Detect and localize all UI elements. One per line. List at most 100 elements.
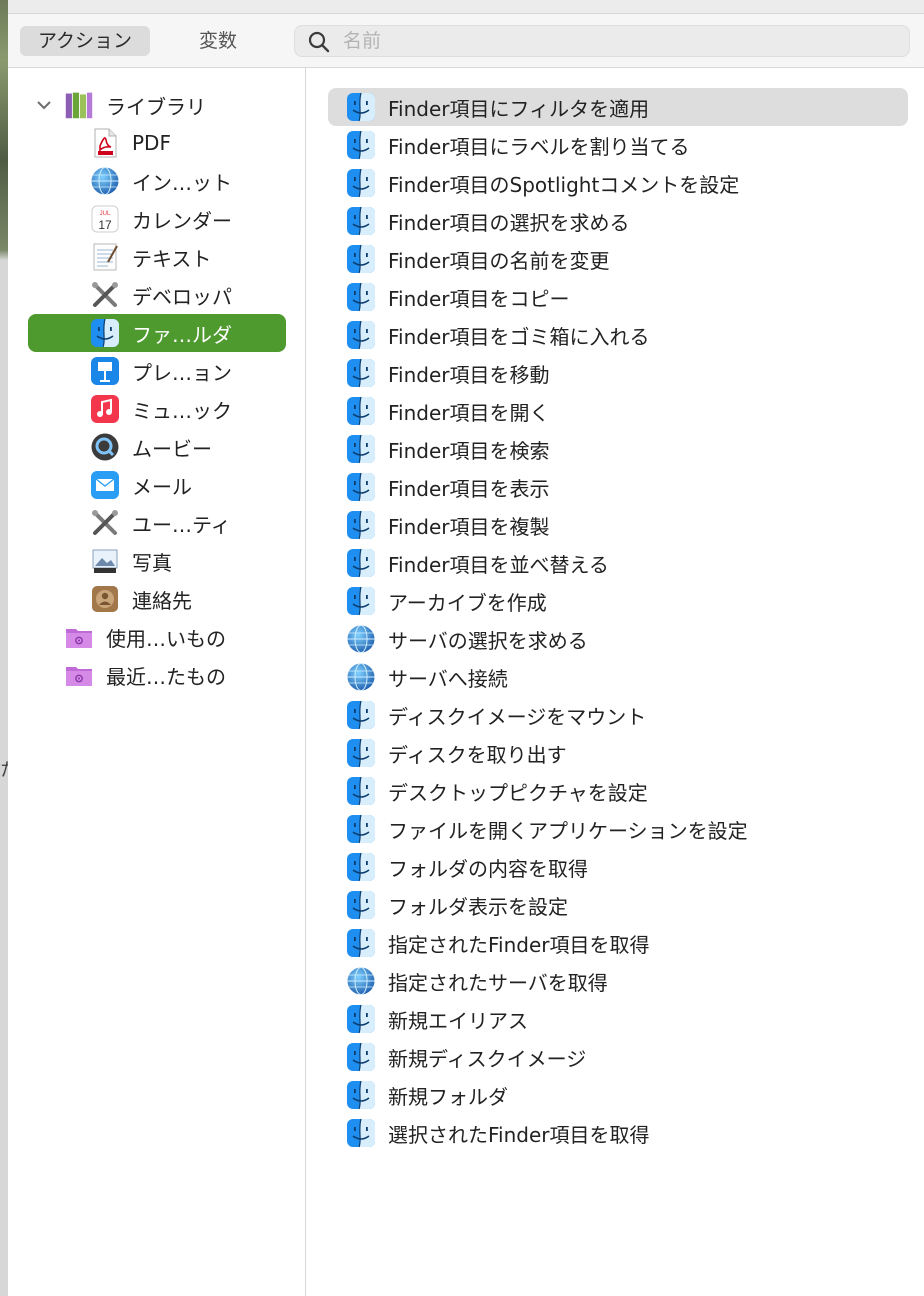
sidebar-item-category[interactable]: メール xyxy=(28,466,286,504)
finder-icon xyxy=(346,776,376,806)
library-books-icon xyxy=(64,90,94,120)
network-globe-icon xyxy=(346,966,376,996)
action-list-item[interactable]: Finder項目のSpotlightコメントを設定 xyxy=(328,164,908,202)
search-field[interactable] xyxy=(294,25,910,57)
sidebar-item-category[interactable]: ミュ…ック xyxy=(28,390,286,428)
quicktime-icon xyxy=(90,432,120,462)
action-label: 新規フォルダ xyxy=(388,1084,508,1109)
finder-icon xyxy=(346,92,376,122)
sidebar-item-category[interactable]: PDF xyxy=(28,124,286,162)
sidebar-item-label: 最近…たもの xyxy=(106,664,226,689)
developer-tools-icon xyxy=(90,280,120,310)
action-label: Finder項目にフィルタを適用 xyxy=(388,96,650,121)
finder-icon xyxy=(346,168,376,198)
sidebar-item-label: PDF xyxy=(132,131,171,155)
action-list-item[interactable]: Finder項目にラベルを割り当てる xyxy=(328,126,908,164)
finder-icon xyxy=(346,1118,376,1148)
action-label: Finder項目を開く xyxy=(388,400,550,425)
chevron-down-icon[interactable] xyxy=(34,95,54,115)
sidebar-item-category[interactable]: プレ…ョン xyxy=(28,352,286,390)
finder-icon xyxy=(346,472,376,502)
action-list-item[interactable]: デスクトップピクチャを設定 xyxy=(328,772,908,810)
sidebar-item-smart-folder[interactable]: 使用…いもの xyxy=(28,618,286,656)
action-label: Finder項目を複製 xyxy=(388,514,550,539)
calendar-day: 17 xyxy=(98,218,112,232)
action-list-item[interactable]: Finder項目の名前を変更 xyxy=(328,240,908,278)
tab-variables[interactable]: 変数 xyxy=(168,26,268,56)
action-list-item[interactable]: ディスクイメージをマウント xyxy=(328,696,908,734)
action-list-item[interactable]: 指定されたFinder項目を取得 xyxy=(328,924,908,962)
action-label: フォルダの内容を取得 xyxy=(388,856,588,881)
action-list-item[interactable]: 新規エイリアス xyxy=(328,1000,908,1038)
network-globe-icon xyxy=(346,624,376,654)
action-label: Finder項目を移動 xyxy=(388,362,550,387)
sidebar-item-category[interactable]: ムービー xyxy=(28,428,286,466)
action-label: Finder項目を表示 xyxy=(388,476,550,501)
pdf-icon xyxy=(90,128,120,158)
sidebar-item-category[interactable]: テキスト xyxy=(28,238,286,276)
sidebar-item-library[interactable]: ライブラリ xyxy=(28,86,286,124)
action-list-item[interactable]: ディスクを取り出す xyxy=(328,734,908,772)
action-label: サーバへ接続 xyxy=(388,666,508,691)
action-list-item[interactable]: Finder項目を検索 xyxy=(328,430,908,468)
action-list-item[interactable]: 新規フォルダ xyxy=(328,1076,908,1114)
sidebar-item-label: プレ…ョン xyxy=(132,360,232,385)
calendar-icon: JUL 17 xyxy=(90,204,120,234)
sidebar-item-smart-folder[interactable]: 最近…たもの xyxy=(28,656,286,694)
action-list-item[interactable]: Finder項目にフィルタを適用 xyxy=(328,88,908,126)
action-label: Finder項目のSpotlightコメントを設定 xyxy=(388,172,740,197)
tab-actions[interactable]: アクション xyxy=(20,26,150,56)
action-label: 新規エイリアス xyxy=(388,1008,528,1033)
sidebar-item-category[interactable]: ファ…ルダ xyxy=(28,314,286,352)
action-list-item[interactable]: フォルダの内容を取得 xyxy=(328,848,908,886)
sidebar-item-label: イン…ット xyxy=(132,170,232,195)
music-icon xyxy=(90,394,120,424)
finder-icon xyxy=(346,548,376,578)
finder-icon xyxy=(346,244,376,274)
sidebar-item-category[interactable]: JUL 17 カレンダー xyxy=(28,200,286,238)
smart-folder-icon xyxy=(64,660,94,690)
action-list-item[interactable]: Finder項目を開く xyxy=(328,392,908,430)
action-list-item[interactable]: アーカイブを作成 xyxy=(328,582,908,620)
sidebar-item-category[interactable]: デベロッパ xyxy=(28,276,286,314)
finder-icon xyxy=(346,700,376,730)
background-window-glyph: た xyxy=(0,756,8,782)
sidebar-item-category[interactable]: イン…ット xyxy=(28,162,286,200)
action-list-item[interactable]: サーバの選択を求める xyxy=(328,620,908,658)
action-list-item[interactable]: Finder項目の選択を求める xyxy=(328,202,908,240)
search-input[interactable] xyxy=(343,26,893,56)
action-list-item[interactable]: Finder項目をゴミ箱に入れる xyxy=(328,316,908,354)
sidebar-item-label: デベロッパ xyxy=(132,284,232,309)
sidebar-item-label: テキスト xyxy=(132,246,212,271)
finder-icon xyxy=(346,814,376,844)
finder-icon xyxy=(346,890,376,920)
action-label: Finder項目にラベルを割り当てる xyxy=(388,134,690,159)
sidebar-item-label: ファ…ルダ xyxy=(132,322,232,347)
finder-icon xyxy=(346,320,376,350)
finder-icon xyxy=(346,206,376,236)
finder-icon xyxy=(346,738,376,768)
text-document-icon xyxy=(90,242,120,272)
finder-icon xyxy=(346,396,376,426)
action-label: ファイルを開くアプリケーションを設定 xyxy=(388,818,748,843)
action-list-item[interactable]: 選択されたFinder項目を取得 xyxy=(328,1114,908,1152)
action-label: 新規ディスクイメージ xyxy=(388,1046,587,1071)
action-label: 指定されたサーバを取得 xyxy=(388,970,608,995)
action-list-item[interactable]: サーバへ接続 xyxy=(328,658,908,696)
action-list-item[interactable]: Finder項目を表示 xyxy=(328,468,908,506)
action-list-item[interactable]: ファイルを開くアプリケーションを設定 xyxy=(328,810,908,848)
action-list-item[interactable]: 指定されたサーバを取得 xyxy=(328,962,908,1000)
action-list-item[interactable]: Finder項目を複製 xyxy=(328,506,908,544)
action-list-item[interactable]: Finder項目をコピー xyxy=(328,278,908,316)
action-label: アーカイブを作成 xyxy=(388,590,547,615)
sidebar-item-label: ムービー xyxy=(132,436,212,461)
sidebar-item-category[interactable]: ユー…ティ xyxy=(28,504,286,542)
action-list-item[interactable]: 新規ディスクイメージ xyxy=(328,1038,908,1076)
action-list-item[interactable]: フォルダ表示を設定 xyxy=(328,886,908,924)
sidebar-item-category[interactable]: 連絡先 xyxy=(28,580,286,618)
action-list-item[interactable]: Finder項目を移動 xyxy=(328,354,908,392)
action-list-item[interactable]: Finder項目を並べ替える xyxy=(328,544,908,582)
finder-icon xyxy=(346,282,376,312)
finder-icon xyxy=(346,586,376,616)
sidebar-item-category[interactable]: 写真 xyxy=(28,542,286,580)
